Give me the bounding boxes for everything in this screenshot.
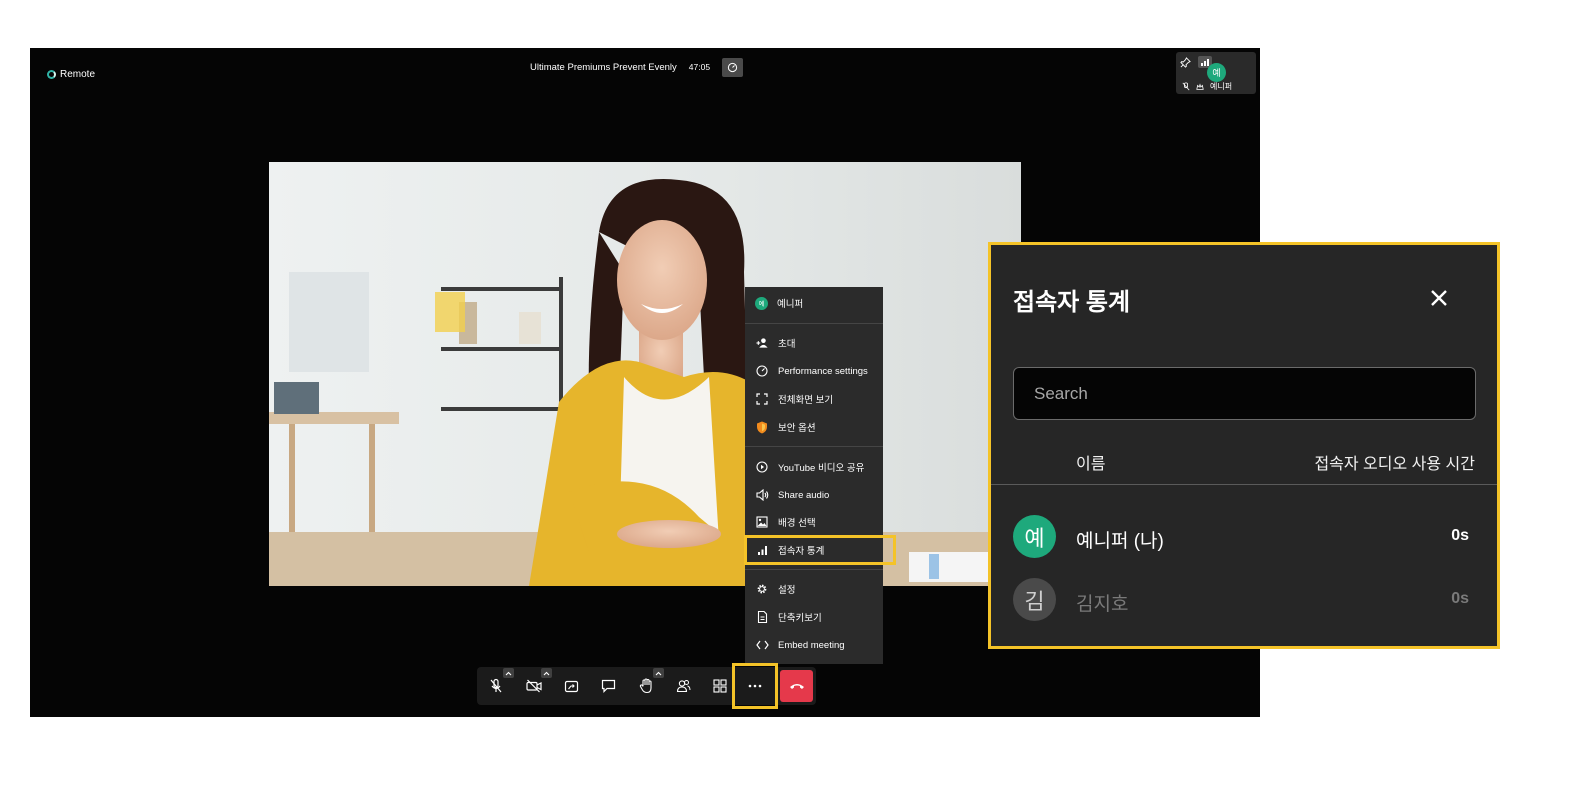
participant-audio-time: 0s [1451, 527, 1469, 544]
highlight-box [744, 535, 896, 565]
gauge-icon [727, 62, 738, 72]
menu-user-name: 예니퍼 [777, 299, 804, 310]
speaker-video [269, 162, 1021, 586]
menu-user: 예 예니퍼 [745, 291, 883, 315]
participant-audio-time: 0s [1451, 590, 1469, 607]
avatar: 김 [1013, 578, 1056, 621]
avatar: 예 [1013, 515, 1056, 558]
participants-icon [676, 680, 690, 693]
connection-stats-panel: 접속자 통계 이름 접속자 오디오 사용 시간 예 예니퍼 (나) 0s 김 김… [988, 242, 1500, 649]
tile-view-icon [713, 679, 727, 693]
participant-name: 예니퍼 (나) [1076, 531, 1164, 552]
menu-item-performance-settings[interactable]: Performance settings [745, 359, 883, 383]
panel-title: 접속자 통계 [1013, 289, 1131, 316]
menu-item-embed-meeting[interactable]: Embed meeting [745, 633, 883, 657]
screen-share-button[interactable] [561, 676, 581, 696]
chat-button[interactable] [598, 676, 618, 696]
menu-divider [745, 569, 883, 570]
chevron-up-icon [655, 671, 662, 675]
menu-item-fullscreen[interactable]: 전체화면 보기 [745, 387, 883, 411]
participant-row: 예 예니퍼 (나) 0s [1013, 515, 1475, 559]
gauge-icon [756, 365, 768, 377]
image-icon [756, 516, 768, 528]
reactions-options-button[interactable] [653, 668, 664, 678]
play-circle-icon [756, 461, 768, 473]
menu-item-label: Share audio [778, 489, 830, 501]
chevron-up-icon [543, 671, 550, 675]
menu-item-shortcuts[interactable]: 단축키보기 [745, 605, 883, 629]
video-frame-image [269, 162, 1021, 586]
menu-item-youtube-share[interactable]: YouTube 비디오 공유 [745, 455, 883, 479]
menu-item-label: YouTube 비디오 공유 [778, 463, 865, 474]
menu-item-label: 배경 선택 [778, 518, 816, 529]
menu-item-label: 설정 [778, 585, 796, 596]
camera-off-icon [526, 679, 542, 693]
mic-options-button[interactable] [503, 668, 514, 678]
participant-name: 김지호 [1076, 594, 1129, 615]
menu-divider [745, 323, 883, 324]
meeting-title: Ultimate Premiums Prevent Evenly [530, 61, 677, 73]
mic-muted-icon [490, 678, 502, 693]
remote-logo-icon [47, 70, 56, 79]
tile-view-button[interactable] [710, 676, 730, 696]
search-input[interactable] [1013, 367, 1476, 420]
chevron-up-icon [505, 671, 512, 675]
code-icon [755, 640, 769, 650]
camera-options-button[interactable] [541, 668, 552, 678]
meeting-timer: 47:05 [688, 62, 711, 72]
avatar: 예 [755, 296, 768, 310]
speaker-icon [755, 489, 768, 501]
column-header-name: 이름 [1076, 456, 1106, 473]
menu-item-label: 보안 옵션 [778, 423, 816, 434]
raise-hand-button[interactable] [636, 676, 656, 696]
raise-hand-icon [639, 678, 652, 694]
menu-item-label: 전체화면 보기 [778, 395, 834, 406]
meeting-toolbar [477, 663, 816, 709]
menu-divider [745, 446, 883, 447]
brand: Remote [47, 69, 95, 80]
participant-name: 예니퍼 [1210, 82, 1233, 91]
chat-icon [601, 679, 615, 693]
hangup-icon [789, 684, 804, 689]
avatar: 예 [1207, 63, 1226, 82]
close-icon[interactable] [1429, 288, 1449, 308]
header-divider [991, 484, 1497, 485]
column-header-audio-time: 접속자 오디오 사용 시간 [1314, 456, 1475, 473]
screen-share-icon [564, 680, 578, 692]
menu-item-label: 초대 [778, 339, 796, 350]
hangup-button[interactable] [780, 670, 813, 702]
mic-muted-icon [1182, 82, 1190, 91]
document-icon [757, 611, 767, 623]
participant-row: 김 김지호 0s [1013, 578, 1475, 622]
participants-button[interactable] [673, 676, 693, 696]
menu-item-invite[interactable]: 초대 [745, 331, 883, 355]
menu-item-security-options[interactable]: 보안 옵션 [745, 415, 883, 439]
more-icon [748, 684, 762, 688]
add-user-icon [755, 338, 768, 348]
tile-status: 예니퍼 [1182, 81, 1232, 92]
pin-icon[interactable] [1180, 57, 1191, 68]
moderator-icon [1196, 82, 1204, 90]
meeting-header: Ultimate Premiums Prevent Evenly 47:05 [530, 57, 744, 77]
performance-button[interactable] [722, 57, 744, 77]
more-options-menu: 예 예니퍼 초대 Performance settings 전체화면 보기 보안… [744, 287, 896, 664]
menu-item-share-audio[interactable]: Share audio [745, 483, 883, 507]
menu-item-label: 단축키보기 [778, 613, 822, 624]
fullscreen-icon [756, 393, 768, 405]
more-button[interactable] [745, 676, 765, 696]
gear-icon [757, 584, 767, 594]
camera-button[interactable] [524, 676, 544, 696]
shield-icon [757, 421, 767, 433]
brand-name: Remote [60, 69, 96, 80]
menu-item-label: Performance settings [778, 365, 868, 377]
menu-item-label: Embed meeting [778, 639, 845, 651]
menu-item-settings[interactable]: 설정 [745, 577, 883, 601]
menu-item-select-background[interactable]: 배경 선택 [745, 510, 883, 534]
microphone-button[interactable] [486, 676, 506, 696]
self-video-tile[interactable]: 예 예니퍼 [1176, 52, 1256, 94]
